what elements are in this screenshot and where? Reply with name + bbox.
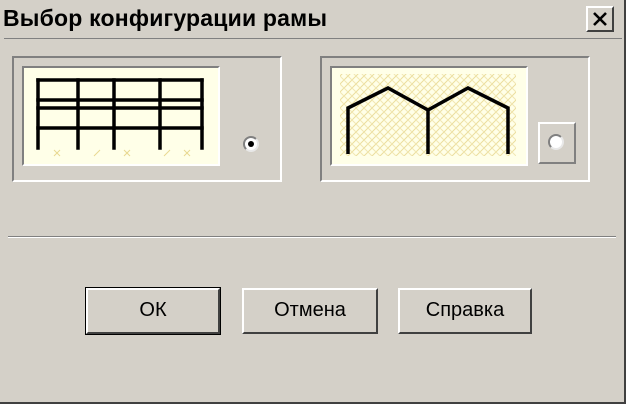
dialog-title: Выбор конфигурации рамы [3, 5, 328, 31]
title-bar: Выбор конфигурации рамы [0, 0, 624, 36]
cancel-button[interactable]: Отмена [242, 288, 378, 334]
close-button[interactable] [586, 6, 614, 32]
ok-button[interactable]: ОК [85, 287, 221, 335]
close-icon [593, 12, 607, 26]
multistorey-radio[interactable] [243, 136, 259, 152]
option-multistorey-group [12, 56, 282, 182]
portal-radio[interactable] [548, 134, 564, 150]
frame-config-dialog: Выбор конфигурации рамы ОК Отмена Справк… [0, 0, 626, 404]
option-portal-group [320, 56, 590, 182]
client-divider [4, 38, 622, 39]
portal-frame-icon [340, 74, 516, 156]
dialog-separator [8, 236, 616, 238]
radio-selected-dot [248, 141, 254, 147]
portal-radio-frame [538, 122, 576, 164]
help-button[interactable]: Справка [398, 288, 532, 334]
multistorey-frame-icon [36, 78, 204, 157]
portal-frame-thumbnail[interactable] [330, 66, 528, 166]
multistorey-frame-thumbnail[interactable] [22, 66, 220, 166]
